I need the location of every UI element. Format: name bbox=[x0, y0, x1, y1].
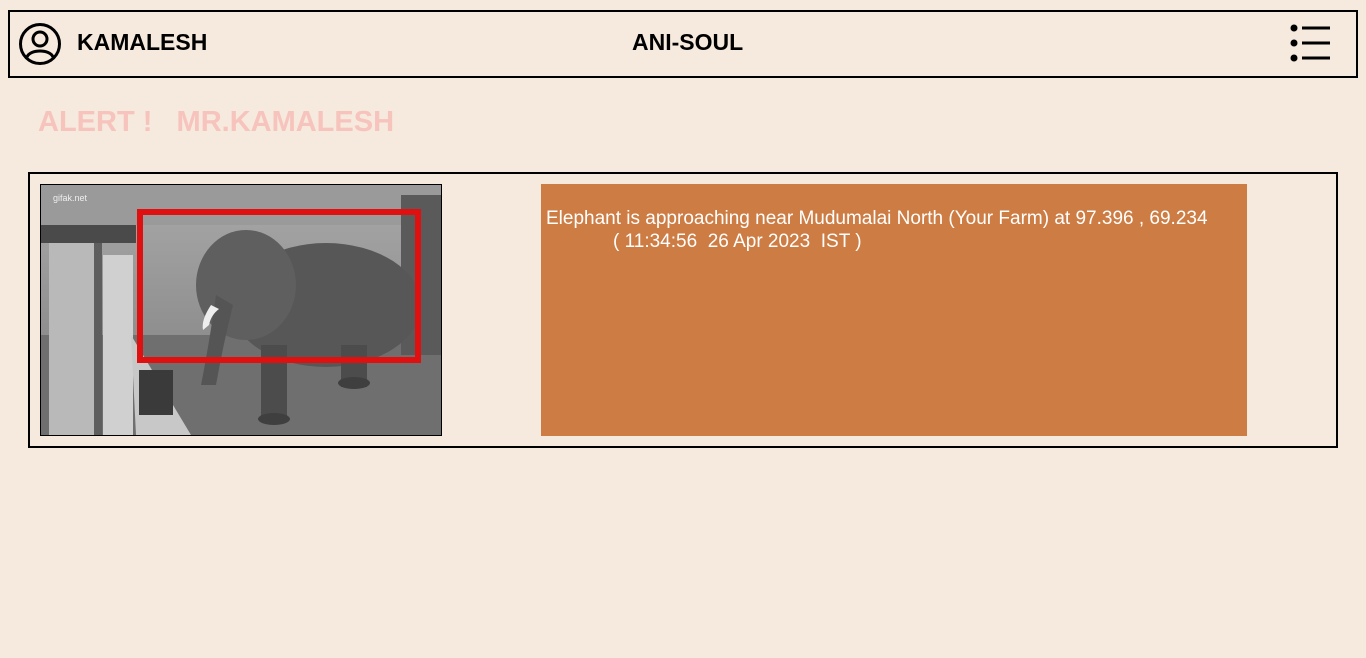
user-circle-icon[interactable] bbox=[18, 22, 62, 66]
image-watermark: gifak.net bbox=[53, 193, 88, 203]
alert-card: gifak.net Elephant is approaching near M… bbox=[28, 172, 1338, 448]
alert-message-box: Elephant is approaching near Mudumalai N… bbox=[541, 184, 1247, 436]
top-header: KAMALESH ANI-SOUL bbox=[8, 10, 1358, 78]
alert-timestamp: ( 11:34:56 26 Apr 2023 IST ) bbox=[613, 231, 862, 252]
user-name: KAMALESH bbox=[77, 29, 208, 55]
list-menu-icon[interactable] bbox=[1290, 24, 1332, 62]
brand-title: ANI-SOUL bbox=[632, 29, 744, 55]
alert-message-text: Elephant is approaching near Mudumalai N… bbox=[546, 208, 1208, 229]
detection-snapshot-image: gifak.net bbox=[40, 184, 442, 436]
alert-title: ALERT ! MR.KAMALESH bbox=[38, 106, 395, 138]
